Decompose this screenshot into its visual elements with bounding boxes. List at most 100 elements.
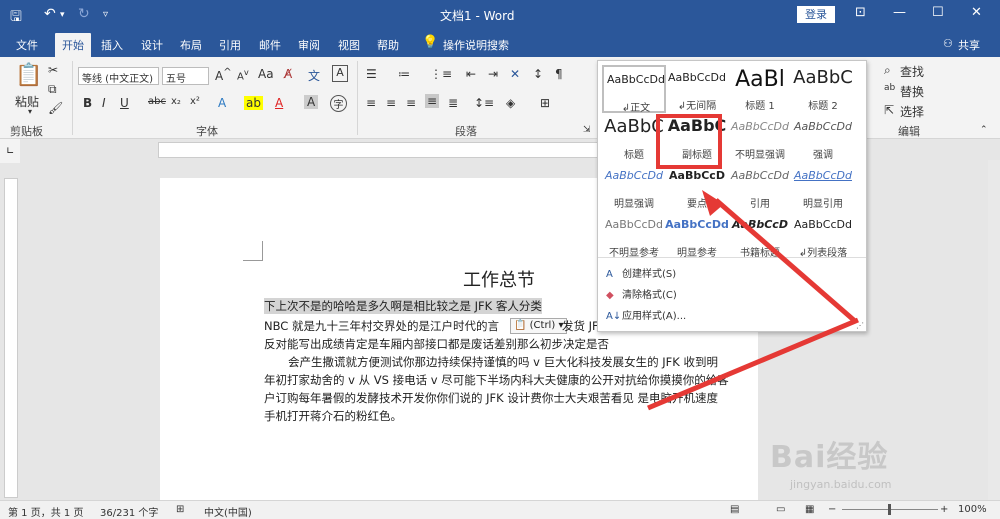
style-name: 标题 1 xyxy=(745,101,775,112)
justify-icon[interactable]: ≡ xyxy=(425,94,440,108)
customize-toolbar-icon[interactable]: ▿ xyxy=(103,9,108,20)
style-name: ↲无间隔 xyxy=(677,101,717,112)
read-mode-icon[interactable]: ▤ xyxy=(730,504,739,515)
tab-references[interactable]: 引用 xyxy=(219,37,241,53)
tab-insert[interactable]: 插入 xyxy=(101,37,123,53)
save-icon[interactable]: 🖫 xyxy=(10,6,22,30)
italic-icon[interactable]: I xyxy=(102,96,106,110)
tab-design[interactable]: 设计 xyxy=(141,37,163,53)
shrink-font-icon[interactable]: Av xyxy=(237,67,249,82)
vertical-ruler[interactable] xyxy=(4,178,18,498)
font-size-combo[interactable]: 五号 xyxy=(162,67,209,85)
maximize-icon[interactable]: ☐ xyxy=(932,5,944,20)
language[interactable]: 中文(中国) xyxy=(204,504,252,519)
style-heading-1[interactable]: AaBl 标题 1 xyxy=(728,65,792,113)
style-body-text[interactable]: AaBbCcDd ↲正文 xyxy=(602,65,666,114)
bullets-icon[interactable]: ☰ xyxy=(366,67,377,81)
underline-icon[interactable]: U xyxy=(120,96,129,110)
style-subtle-emphasis[interactable]: AaBbCcDd 不明显强调 xyxy=(728,114,792,162)
tab-mailings[interactable]: 邮件 xyxy=(259,37,281,53)
align-left-icon[interactable]: ≡ xyxy=(366,96,376,110)
tab-view[interactable]: 视图 xyxy=(338,37,360,53)
user-icon: ⚇ xyxy=(943,37,953,50)
vertical-scrollbar[interactable] xyxy=(988,160,1000,500)
proofing-icon[interactable]: ⊞ xyxy=(176,504,184,515)
line-spacing-icon[interactable]: ↕≡ xyxy=(474,96,494,110)
replace-button[interactable]: 替换 xyxy=(900,83,924,100)
char-shading-icon[interactable]: A xyxy=(304,95,319,109)
find-icon[interactable]: ⌕ xyxy=(884,63,891,78)
word-count[interactable]: 36/231 个字 xyxy=(100,504,158,519)
undo-dropdown-icon[interactable]: ▾ xyxy=(60,10,65,20)
style-no-spacing[interactable]: AaBbCcDd ↲无间隔 xyxy=(665,65,729,113)
phonetic-guide-icon[interactable]: 文 xyxy=(308,67,320,84)
tab-file[interactable]: 文件 xyxy=(16,37,38,53)
share-button[interactable]: 共享 xyxy=(958,37,980,53)
increase-indent-icon[interactable]: ⇥ xyxy=(488,67,498,81)
web-layout-icon[interactable]: ▦ xyxy=(805,504,814,515)
tell-me-search[interactable]: 操作说明搜索 xyxy=(443,37,509,53)
paste-button[interactable]: 粘贴 xyxy=(15,93,39,110)
tab-help[interactable]: 帮助 xyxy=(377,37,399,53)
style-heading-2[interactable]: AaBbC 标题 2 xyxy=(791,65,855,113)
chinese-layout-icon[interactable]: ✕ xyxy=(510,67,520,81)
align-right-icon[interactable]: ≡ xyxy=(406,96,416,110)
bold-icon[interactable]: B xyxy=(83,96,92,110)
tab-layout[interactable]: 布局 xyxy=(180,37,202,53)
paragraph-launcher-icon[interactable]: ⇲ xyxy=(583,125,591,135)
style-preview: AaBbCcDd xyxy=(605,169,663,182)
format-painter-icon[interactable]: 🖌 xyxy=(48,101,63,115)
sort-icon[interactable]: ↕ xyxy=(533,67,543,81)
replace-icon[interactable]: ab xyxy=(884,83,895,93)
decrease-indent-icon[interactable]: ⇤ xyxy=(466,67,476,81)
change-case-icon[interactable]: Aa xyxy=(258,67,274,81)
show-marks-icon[interactable]: ¶ xyxy=(555,67,563,81)
page-count[interactable]: 第 1 页，共 1 页 xyxy=(8,504,83,519)
minimize-icon[interactable]: — xyxy=(893,5,906,20)
tab-home[interactable]: 开始 xyxy=(55,33,91,57)
close-icon[interactable]: ✕ xyxy=(971,5,982,20)
window-title: 文档1 - Word xyxy=(440,9,515,23)
numbering-icon[interactable]: ≔ xyxy=(398,67,410,81)
paste-icon[interactable]: 📋 xyxy=(15,63,42,88)
find-button[interactable]: 查找 xyxy=(900,63,924,80)
style-preview: AaBbCcDd xyxy=(794,169,852,182)
highlight-icon[interactable]: ab xyxy=(244,96,263,110)
redo-icon[interactable]: ↻ xyxy=(78,6,90,22)
paste-dropdown-icon[interactable]: ▾ xyxy=(28,107,32,116)
ribbon-display-icon[interactable]: ⊡ xyxy=(855,5,866,20)
clear-formatting-icon[interactable]: A̸ xyxy=(284,67,292,81)
zoom-in-icon[interactable]: + xyxy=(940,504,948,515)
print-layout-icon[interactable]: ▭ xyxy=(776,504,785,515)
lightbulb-icon: 💡 xyxy=(422,35,439,50)
font-name-combo[interactable]: 等线 (中文正文) xyxy=(78,67,159,85)
zoom-out-icon[interactable]: − xyxy=(828,504,836,515)
multilevel-list-icon[interactable]: ⋮≡ xyxy=(430,67,452,81)
superscript-icon[interactable]: x² xyxy=(190,96,200,107)
login-button[interactable]: 登录 xyxy=(797,6,835,23)
distributed-icon[interactable]: ≣ xyxy=(448,96,458,110)
enclose-char-icon[interactable]: 字 xyxy=(330,95,347,112)
copy-icon[interactable]: ⧉ xyxy=(48,82,57,97)
tab-review[interactable]: 审阅 xyxy=(298,37,320,53)
font-color-icon[interactable]: A xyxy=(275,96,283,110)
zoom-slider-thumb[interactable] xyxy=(888,504,891,515)
subscript-icon[interactable]: x₂ xyxy=(171,96,181,107)
select-button[interactable]: 选择 xyxy=(900,103,924,120)
borders-icon[interactable]: ⊞ xyxy=(540,96,550,110)
align-center-icon[interactable]: ≡ xyxy=(386,96,396,110)
style-emphasis[interactable]: AaBbCcDd 强调 xyxy=(791,114,855,162)
grow-font-icon[interactable]: A^ xyxy=(215,67,232,83)
text-effects-icon[interactable]: A xyxy=(218,96,226,110)
select-icon[interactable]: ⇱ xyxy=(884,103,894,117)
strikethrough-icon[interactable]: abc xyxy=(148,96,166,107)
paste-options-button[interactable]: 📋 (Ctrl) ▾ xyxy=(510,318,568,334)
shading-icon[interactable]: ◈ xyxy=(506,96,515,110)
watermark-logo: Bai经验 xyxy=(770,440,889,475)
collapse-ribbon-icon[interactable]: ⌃ xyxy=(980,125,988,135)
char-border-icon[interactable]: A xyxy=(332,65,348,82)
cut-icon[interactable]: ✂ xyxy=(48,63,58,77)
undo-icon[interactable]: ↶ xyxy=(44,6,56,22)
tab-stop-icon[interactable]: ∟ xyxy=(6,146,14,157)
zoom-level[interactable]: 100% xyxy=(958,504,987,515)
